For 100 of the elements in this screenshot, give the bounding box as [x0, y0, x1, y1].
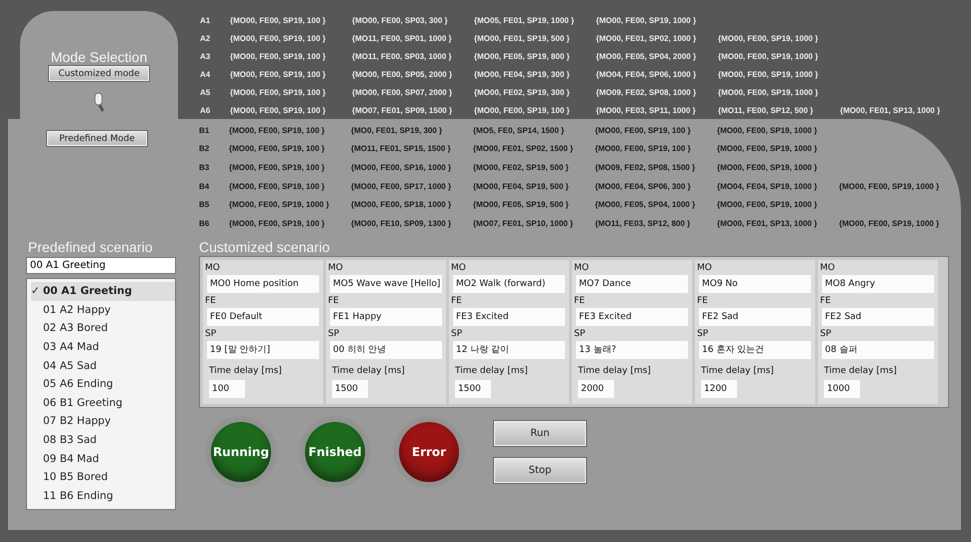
sequence-cell-text: {MO00, FE01, SP02, 1500 }: [473, 144, 574, 154]
face-field[interactable]: FE3 Excited: [453, 308, 565, 326]
motion-field[interactable]: MO5 Wave wave [Hello]: [330, 274, 442, 293]
field-label: SP: [697, 328, 708, 340]
sequence-cell-text: {MO5, FE0, SP14, 1500 }: [473, 126, 566, 135]
field-label: FE: [328, 294, 339, 307]
scenario-item[interactable]: 11 B6 Ending: [31, 486, 175, 506]
sequence-cell-text: {MO00, FE03, SP11, 1000 }: [596, 106, 697, 114]
row-label: A4: [200, 70, 212, 78]
face-field[interactable]: FE3 Excited: [576, 308, 688, 326]
motion-field[interactable]: MO2 Walk (forward): [453, 274, 565, 293]
status-led: Fnished: [305, 422, 365, 482]
delay-field[interactable]: 1000: [824, 380, 860, 398]
action-button[interactable]: Run: [493, 420, 587, 447]
speech-field[interactable]: 00 히히 안녕: [330, 340, 442, 359]
sequence-cell-text: {MO00, FE01, SP13, 1000 }: [717, 218, 818, 228]
sequence-cell-text: {MO00, FE02, SP19, 500 }: [473, 162, 570, 172]
sequence-cell-text: {MO00, FE00, SP18, 1000 }: [351, 200, 452, 210]
sequence-cell-text: {MO00, FE01, SP19, 500 }: [474, 34, 571, 42]
status-led: Running: [211, 422, 271, 482]
scenario-item[interactable]: 07 B2 Happy: [31, 412, 175, 431]
row-label: B1: [199, 126, 210, 135]
sequence-cell-text: {MO00, FE04, SP06, 300 }: [595, 182, 692, 191]
row-label: B4: [199, 182, 210, 191]
motion-field[interactable]: MO8 Angry: [822, 274, 934, 293]
sequence-cell-text: {MO00, FE05, SP19, 800 }: [474, 52, 571, 60]
sequence-cell-text: {MO00, FE00, SP17, 1000 }: [351, 182, 452, 191]
scenario-item[interactable]: 03 A4 Mad: [31, 338, 175, 356]
sequence-cell-text: {MO05, FE01, SP19, 1000 }: [474, 16, 576, 24]
sequence-cell-text: {MO00, FE10, SP09, 1300 }: [351, 218, 452, 228]
delay-field[interactable]: 100: [209, 380, 245, 398]
status-led: Error: [399, 422, 459, 482]
toggle-switch-icon[interactable]: [93, 92, 105, 114]
sequence-cell-text: {MO00, FE00, SP19, 100 }: [230, 52, 327, 60]
field-label: MO: [205, 262, 220, 274]
field-label: SP: [328, 328, 340, 340]
face-field[interactable]: FE2 Sad: [699, 308, 811, 326]
row-label: B2: [199, 144, 210, 154]
speech-field[interactable]: 13 놀래?: [576, 340, 688, 359]
scenario-item[interactable]: 06 B1 Greeting: [31, 394, 175, 412]
scenario-item[interactable]: 05 A6 Ending: [31, 374, 175, 394]
scenario-item[interactable]: 01 A2 Happy: [31, 300, 175, 320]
delay-field[interactable]: 2000: [578, 380, 614, 398]
motion-field[interactable]: MO0 Home position: [207, 274, 319, 293]
row-label: A1: [200, 16, 212, 24]
scenario-dropdown[interactable]: 00 A1 Greeting: [26, 257, 176, 274]
sequence-cell-text: {MO00, FE00, SP19, 1000 }: [717, 162, 818, 172]
scenario-item[interactable]: 04 A5 Sad: [31, 356, 175, 375]
speech-field[interactable]: 16 혼자 있는건: [699, 340, 811, 359]
sequence-cell-text: {MO07, FE01, SP10, 1000 }: [473, 218, 574, 228]
section-title: Customized scenario: [199, 238, 331, 255]
predefined-mode-button[interactable]: Predefined Mode: [46, 130, 148, 147]
customized-mode-button[interactable]: Customized mode: [48, 65, 150, 82]
sequence-cell-text: {MO11, FE00, SP12, 500 }: [718, 106, 814, 114]
sequence-cell-text: {MO00, FE00, SP19, 100 }: [230, 106, 327, 114]
sequence-cell-text: {MO11, FE01, SP15, 1500 }: [351, 144, 452, 154]
face-field[interactable]: FE1 Happy: [330, 308, 442, 326]
sequence-cell-text: {MO00, FE00, SP19, 100 }: [229, 126, 326, 135]
section-title: Predefined scenario: [28, 239, 153, 255]
sequence-cell-text: {MO00, FE00, SP19, 1000 }: [717, 144, 818, 154]
delay-field[interactable]: 1500: [332, 380, 368, 398]
sequence-cell-text: {MO11, FE00, SP01, 1000 }: [352, 34, 453, 42]
sequence-cell-text: {MO00, FE00, SP19, 1000 }: [839, 218, 940, 228]
action-button[interactable]: Stop: [493, 456, 587, 484]
scenario-item[interactable]: 10 B5 Bored: [31, 468, 175, 487]
delay-field[interactable]: 1200: [701, 380, 737, 398]
sequence-cell-text: {MO00, FE00, SP19, 100 }: [230, 70, 327, 78]
sequence-cell-text: {MO00, FE00, SP19, 100 }: [230, 16, 327, 24]
sequence-cell-text: {MO00, FE00, SP07, 2000 }: [352, 88, 454, 96]
sequence-cell-text: {MO00, FE00, SP19, 1000 }: [596, 16, 698, 24]
field-label: Time delay [ms]: [578, 364, 651, 377]
speech-field[interactable]: 12 나랑 같이: [453, 340, 565, 359]
scenario-item[interactable]: ✓ 00 A1 Greeting: [31, 282, 175, 301]
sequence-cell-text: {MO00, FE00, SP19, 1000 }: [717, 200, 818, 210]
row-label: B3: [199, 162, 210, 172]
face-field[interactable]: FE2 Sad: [822, 308, 934, 326]
motion-field[interactable]: MO7 Dance: [576, 274, 688, 293]
field-label: Time delay [ms]: [455, 364, 528, 377]
field-label: Time delay [ms]: [332, 364, 405, 377]
motion-field[interactable]: MO9 No: [699, 274, 811, 293]
face-field[interactable]: FE0 Default: [207, 308, 319, 326]
sequence-cell-text: {MO00, FE00, SP19, 100 }: [595, 126, 692, 135]
field-label: SP: [205, 328, 216, 340]
delay-field[interactable]: 1500: [455, 380, 491, 398]
sequence-cell-text: {MO00, FE00, SP19, 100 }: [230, 88, 327, 96]
scenario-item[interactable]: 08 B3 Sad: [31, 430, 175, 450]
sequence-cell-text: {MO00, FE00, SP19, 100 }: [229, 218, 326, 228]
sequence-cell-text: {MO00, FE00, SP19, 1000 }: [718, 34, 820, 42]
speech-field[interactable]: 19 [말 안하기]: [207, 340, 319, 359]
scenario-item[interactable]: 09 B4 Mad: [31, 449, 175, 468]
row-label: A2: [200, 34, 212, 42]
scenario-item[interactable]: 02 A3 Bored: [31, 319, 175, 338]
field-label: MO: [697, 262, 712, 274]
field-label: FE: [697, 294, 708, 307]
field-label: FE: [205, 294, 216, 307]
sequence-cell-text: {MO00, FE00, SP19, 100 }: [229, 144, 326, 154]
row-label: A3: [200, 52, 212, 60]
sequence-cell-text: {MO00, FE00, SP19, 100 }: [474, 106, 571, 114]
speech-field[interactable]: 08 슬퍼: [822, 340, 934, 359]
mode-title: Mode Selection: [50, 49, 148, 65]
